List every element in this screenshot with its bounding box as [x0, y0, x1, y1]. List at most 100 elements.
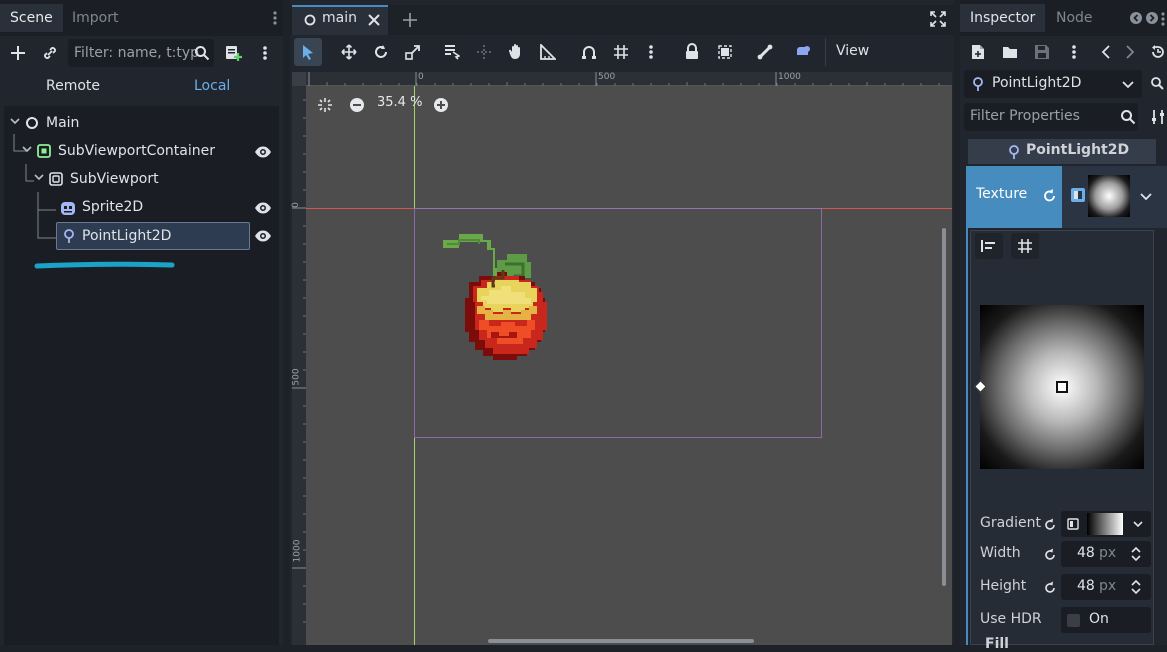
spin-arrows-icon[interactable] [1131, 579, 1141, 595]
ruler-top-label-0: 0 [418, 72, 424, 82]
ruler-icon[interactable] [540, 44, 556, 60]
tree-node-subviewportcontainer[interactable]: SubViewportContainer [58, 137, 215, 165]
bone-icon[interactable] [757, 44, 773, 60]
chevron-down-icon[interactable] [10, 118, 20, 126]
next-dock-icon[interactable] [1146, 12, 1158, 24]
gradient-value[interactable] [1061, 511, 1151, 537]
move-mode-icon[interactable] [341, 44, 357, 60]
pointlight2d-icon [973, 77, 983, 91]
grid-snap-icon[interactable] [613, 44, 629, 60]
spin-arrows-icon[interactable] [1131, 546, 1141, 562]
chevron-down-icon[interactable] [34, 174, 44, 182]
tab-main[interactable]: main [292, 5, 388, 35]
fill-section-label[interactable]: Fill [985, 636, 1009, 652]
canvas-viewport[interactable]: 35.4 % [306, 86, 952, 645]
texture-property-label-bg: Texture [968, 166, 1062, 228]
use-hdr-checkbox[interactable]: On [1061, 607, 1151, 633]
pivot-icon[interactable] [476, 44, 492, 60]
camera-override-icon[interactable] [795, 44, 811, 60]
ruler-top-label-500: 500 [598, 72, 616, 82]
grid-snap-icon [1018, 239, 1032, 253]
checkbox-box [1067, 614, 1080, 627]
vertical-scrollbar[interactable] [942, 228, 946, 586]
node-path-selector[interactable]: PointLight2D [964, 70, 1142, 98]
zoom-level[interactable]: 35.4 % [377, 95, 422, 110]
scene-filter-placeholder: Filter: name, t:typ [74, 45, 200, 61]
lock-icon[interactable] [685, 43, 699, 60]
scale-mode-icon[interactable] [405, 44, 421, 60]
texture-value[interactable] [1062, 166, 1167, 228]
width-label: Width [980, 545, 1021, 561]
new-resource-icon[interactable] [970, 44, 986, 60]
zoom-out-icon[interactable] [349, 97, 365, 113]
reset-icon[interactable] [1043, 581, 1057, 595]
zoom-in-icon[interactable] [433, 97, 449, 113]
reset-icon[interactable] [1043, 548, 1057, 562]
select-mode-button[interactable] [294, 38, 322, 66]
object-history-icon[interactable] [1150, 44, 1166, 60]
annotation-underline [34, 261, 175, 269]
fill-mode-button[interactable] [975, 233, 1003, 259]
use-hdr-value: On [1089, 611, 1109, 627]
visibility-eye-icon[interactable] [254, 199, 272, 217]
pan-hand-icon[interactable] [508, 43, 524, 60]
inspector-settings-icon[interactable] [1150, 109, 1166, 125]
close-icon[interactable] [368, 14, 380, 26]
tab-inspector[interactable]: Inspector [960, 4, 1046, 32]
ruler-top-label-1000: 1000 [778, 72, 801, 82]
tree-node-subviewport[interactable]: SubViewport [70, 165, 159, 193]
height-value: 48 [1077, 578, 1095, 594]
width-spinbox[interactable]: 48 px [1061, 541, 1151, 567]
view-menu-button[interactable]: View [836, 43, 869, 59]
save-icon[interactable] [1034, 44, 1050, 60]
menu-kebab-icon[interactable] [262, 5, 288, 31]
pointlight2d-icon [1009, 145, 1019, 159]
add-script-icon[interactable] [220, 40, 246, 66]
open-folder-icon[interactable] [1002, 45, 1018, 59]
snap-grid-button[interactable] [1011, 233, 1039, 259]
visibility-eye-icon[interactable] [254, 143, 272, 161]
add-tab-icon[interactable] [402, 12, 418, 28]
inspector-kebab-icon[interactable] [1161, 12, 1165, 26]
center-view-icon[interactable] [317, 97, 333, 113]
gradient-resource-icon [1067, 518, 1079, 530]
tab-scene[interactable]: Scene [0, 4, 63, 32]
documentation-icon[interactable] [1150, 76, 1167, 92]
tree-node-main[interactable]: Main [46, 109, 79, 137]
rotate-mode-icon[interactable] [373, 44, 389, 60]
link-icon[interactable] [37, 40, 63, 66]
inspector-tools-kebab-icon[interactable] [1072, 44, 1076, 60]
apple-sprite[interactable] [441, 224, 573, 376]
gradient-center-handle[interactable] [1056, 381, 1068, 393]
ruler-left-label-500: 500 [291, 368, 302, 386]
history-forward-icon[interactable] [1125, 45, 1135, 59]
smart-snap-icon[interactable] [581, 44, 597, 60]
toolbar-kebab-icon[interactable] [649, 44, 653, 60]
reset-icon[interactable] [1043, 518, 1057, 532]
tab-import[interactable]: Import [72, 4, 118, 32]
ruler-left: 0 500 1000 [291, 72, 306, 645]
tree-node-pointlight2d[interactable]: PointLight2D [82, 222, 171, 250]
scene-options-kebab-icon[interactable] [252, 40, 278, 66]
group-icon[interactable] [717, 44, 733, 60]
filter-properties-placeholder: Filter Properties [970, 108, 1080, 124]
chevron-down-icon[interactable] [1140, 193, 1152, 201]
ruler-top: 0 500 1000 [306, 72, 952, 86]
align-icon [981, 240, 995, 252]
history-back-icon[interactable] [1101, 45, 1111, 59]
tree-node-sprite2d[interactable]: Sprite2D [82, 193, 143, 221]
reset-icon[interactable] [1042, 188, 1058, 204]
add-node-icon[interactable] [5, 40, 31, 66]
chevron-down-icon[interactable] [22, 146, 32, 154]
distraction-free-icon[interactable] [930, 11, 946, 27]
prev-dock-icon[interactable] [1130, 12, 1142, 24]
tab-node[interactable]: Node [1056, 4, 1093, 32]
horizontal-scrollbar[interactable] [488, 639, 754, 643]
filter-properties-input[interactable]: Filter Properties [964, 103, 1138, 131]
height-spinbox[interactable]: 48 px [1061, 574, 1151, 600]
remote-button[interactable]: Remote [46, 78, 100, 94]
visibility-eye-icon[interactable] [254, 227, 272, 245]
pointlight2d-icon [64, 229, 74, 243]
local-button[interactable]: Local [194, 78, 230, 94]
list-select-icon[interactable] [444, 44, 460, 60]
